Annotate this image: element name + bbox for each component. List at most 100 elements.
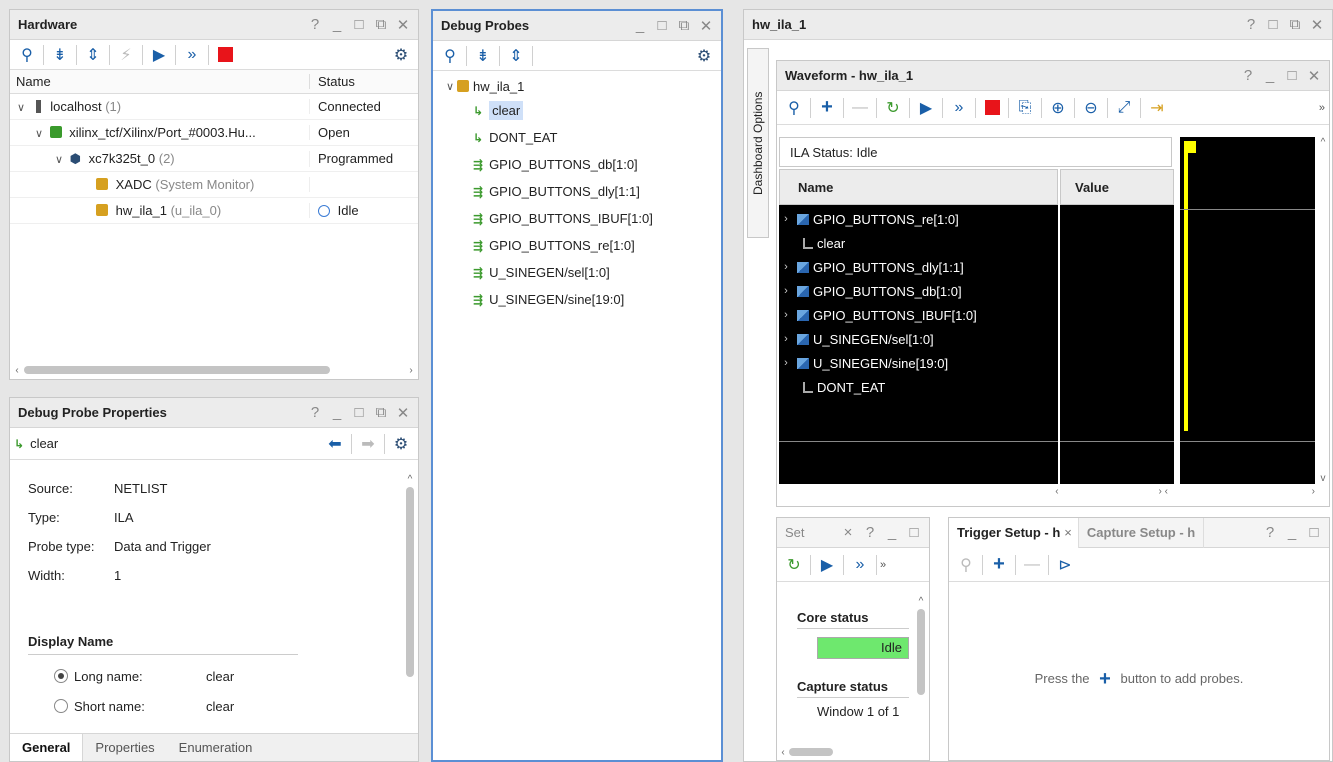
run-trigger-icon[interactable]: ▶: [913, 96, 939, 120]
value-column-header[interactable]: Value: [1060, 169, 1174, 205]
signal-row[interactable]: › GPIO_BUTTONS_re[1:0]: [779, 207, 1058, 231]
help-icon[interactable]: ?: [308, 404, 322, 422]
run-trigger-icon[interactable]: ▶: [814, 553, 840, 577]
chevron-right-icon[interactable]: ›: [779, 309, 793, 321]
scroll-right-icon[interactable]: ›: [1312, 486, 1315, 497]
tree-row-target[interactable]: ∨ xilinx_tcf/Xilinx/Port_#0003.Hu... Ope…: [10, 120, 418, 146]
zoom-fit-icon[interactable]: ⤢: [1111, 96, 1137, 120]
collapse-all-icon[interactable]: ⇟: [470, 44, 496, 68]
maximize-icon[interactable]: □: [1266, 16, 1280, 34]
run-immediate-icon[interactable]: »: [179, 43, 205, 67]
probe-item[interactable]: ⇶ GPIO_BUTTONS_re[1:0]: [443, 232, 721, 259]
help-icon[interactable]: ?: [1241, 67, 1255, 85]
help-icon[interactable]: ?: [1244, 16, 1258, 34]
chevron-right-icon[interactable]: ›: [779, 261, 793, 273]
close-icon[interactable]: ×: [1064, 525, 1072, 540]
run-immediate-icon[interactable]: »: [946, 96, 972, 120]
name-column-header[interactable]: Name: [10, 74, 310, 89]
scroll-right-icon[interactable]: › ‹: [1159, 486, 1168, 500]
trigger-marker-line[interactable]: [1184, 147, 1188, 431]
settings-hscroll[interactable]: ‹: [777, 745, 929, 759]
minimize-icon[interactable]: _: [330, 404, 344, 422]
scroll-left-icon[interactable]: ‹: [1055, 486, 1058, 500]
probe-item[interactable]: ⇶ GPIO_BUTTONS_dly[1:1]: [443, 178, 721, 205]
zoom-in-icon[interactable]: ⊕: [1045, 96, 1071, 120]
expand-all-icon[interactable]: ⇕: [80, 43, 106, 67]
tree-row-device[interactable]: ∨ ⬢ xc7k325t_0 (2) Programmed: [10, 146, 418, 172]
minimize-icon[interactable]: _: [885, 524, 899, 541]
signal-row[interactable]: › GPIO_BUTTONS_dly[1:1]: [779, 255, 1058, 279]
chevron-down-icon[interactable]: ∨: [443, 80, 457, 93]
run-trigger-icon[interactable]: ▶: [146, 43, 172, 67]
stop-icon[interactable]: [979, 96, 1005, 120]
signal-row[interactable]: › U_SINEGEN/sel[1:0]: [779, 327, 1058, 351]
run-immediate-icon[interactable]: »: [847, 553, 873, 577]
gear-icon[interactable]: ⚙: [388, 432, 414, 456]
back-arrow-icon[interactable]: ⬅: [322, 432, 348, 456]
close-icon[interactable]: ✕: [1310, 16, 1324, 34]
signal-row[interactable]: DONT_EAT: [779, 375, 1058, 399]
scroll-left-icon[interactable]: ‹: [10, 365, 24, 376]
waveform-vscroll[interactable]: ^ v: [1317, 137, 1329, 484]
probe-tree-root[interactable]: ∨ hw_ila_1: [443, 75, 721, 97]
stop-icon[interactable]: [212, 43, 238, 67]
search-icon[interactable]: ⚲: [14, 43, 40, 67]
signal-row[interactable]: clear: [779, 231, 1058, 255]
minimize-icon[interactable]: _: [1263, 67, 1277, 85]
go-to-cursor-icon[interactable]: ⇥: [1144, 96, 1170, 120]
settings-vscroll[interactable]: ^: [915, 596, 927, 742]
probe-item[interactable]: ⇶ U_SINEGEN/sine[19:0]: [443, 286, 721, 313]
tab-trigger-setup[interactable]: Trigger Setup - h ×: [949, 518, 1079, 548]
signal-row[interactable]: › GPIO_BUTTONS_IBUF[1:0]: [779, 303, 1058, 327]
close-icon[interactable]: ✕: [396, 16, 410, 34]
help-icon[interactable]: ?: [308, 16, 322, 34]
forward-arrow-icon[interactable]: ➡: [355, 432, 381, 456]
short-name-radio[interactable]: [54, 699, 68, 713]
scroll-thumb[interactable]: [406, 487, 414, 677]
scroll-thumb[interactable]: [24, 366, 330, 374]
settings-tab-label[interactable]: Set: [785, 525, 841, 540]
gear-icon[interactable]: ⚙: [691, 44, 717, 68]
probe-item[interactable]: ↳ clear: [443, 97, 721, 124]
names-hscroll[interactable]: ‹ › ‹: [779, 486, 1174, 500]
chevron-right-icon[interactable]: ›: [779, 213, 793, 225]
scroll-up-icon[interactable]: ^: [1321, 137, 1326, 148]
tab-properties[interactable]: Properties: [83, 734, 166, 761]
tab-enumeration[interactable]: Enumeration: [167, 734, 265, 761]
minimize-icon[interactable]: _: [633, 17, 647, 35]
close-icon[interactable]: ✕: [1307, 67, 1321, 85]
scroll-right-icon[interactable]: ›: [404, 365, 418, 376]
chevron-right-icon[interactable]: ›: [779, 333, 793, 345]
dashboard-options-tab[interactable]: Dashboard Options: [747, 48, 769, 238]
add-icon[interactable]: +: [986, 553, 1012, 577]
tree-row-hw-ila[interactable]: hw_ila_1 (u_ila_0) Idle: [10, 198, 418, 224]
tab-general[interactable]: General: [10, 734, 84, 761]
long-name-radio[interactable]: [54, 669, 68, 683]
float-icon[interactable]: ⧉: [677, 17, 691, 35]
float-icon[interactable]: ⧉: [1288, 16, 1302, 34]
tab-capture-setup[interactable]: Capture Setup - h: [1079, 518, 1205, 548]
float-icon[interactable]: ⧉: [374, 16, 388, 34]
auto-retrigger-icon[interactable]: ↻: [880, 96, 906, 120]
probe-item[interactable]: ⇶ GPIO_BUTTONS_db[1:0]: [443, 151, 721, 178]
scroll-left-icon[interactable]: ‹: [777, 747, 789, 758]
chevron-down-icon[interactable]: ∨: [14, 101, 28, 114]
probe-item[interactable]: ⇶ GPIO_BUTTONS_IBUF[1:0]: [443, 205, 721, 232]
maximize-icon[interactable]: □: [352, 404, 366, 422]
signal-row[interactable]: › GPIO_BUTTONS_db[1:0]: [779, 279, 1058, 303]
scroll-down-icon[interactable]: v: [1321, 473, 1326, 484]
close-icon[interactable]: ✕: [699, 17, 713, 35]
close-icon[interactable]: ×: [841, 524, 855, 541]
add-icon[interactable]: +: [814, 96, 840, 120]
name-column-header[interactable]: Name: [779, 169, 1058, 205]
probe-item[interactable]: ↳ DONT_EAT: [443, 124, 721, 151]
search-icon[interactable]: ⚲: [953, 553, 979, 577]
minimize-icon[interactable]: _: [330, 16, 344, 34]
maximize-icon[interactable]: □: [1307, 524, 1321, 541]
export-icon[interactable]: ⎘: [1012, 96, 1038, 120]
probe-item[interactable]: ⇶ U_SINEGEN/sel[1:0]: [443, 259, 721, 286]
status-column-header[interactable]: Status: [310, 74, 355, 89]
chevron-down-icon[interactable]: ∨: [32, 127, 46, 140]
chevron-right-icon[interactable]: ›: [779, 357, 793, 369]
gear-icon[interactable]: ⚙: [388, 43, 414, 67]
